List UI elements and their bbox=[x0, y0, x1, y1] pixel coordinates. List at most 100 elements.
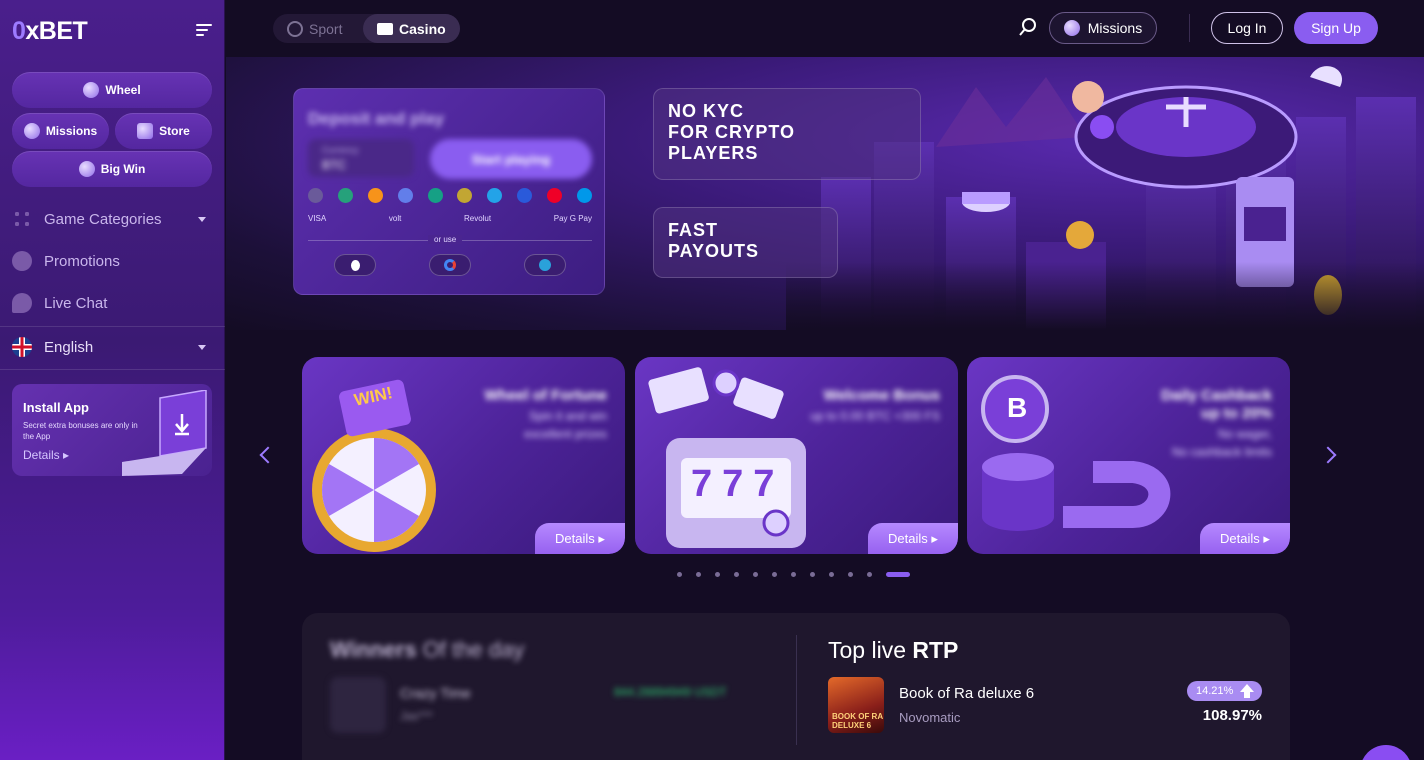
carousel-dot[interactable] bbox=[734, 572, 739, 577]
promo-card-welcome-bonus[interactable]: 777 Welcome Bonus up to 0.00 BTC +300 FS… bbox=[635, 357, 958, 554]
crypto-icons-row bbox=[308, 188, 592, 203]
promo-line: No wager, bbox=[1217, 427, 1272, 441]
winner-user: Jas*** bbox=[400, 709, 433, 723]
sidebar-item-label: Promotions bbox=[44, 252, 120, 270]
currency-value: BTC bbox=[322, 158, 346, 172]
deposit-card: Deposit and play Currency BTC Start play… bbox=[293, 88, 605, 295]
winners-title-bold: Winners bbox=[330, 637, 417, 662]
carousel-dot[interactable] bbox=[886, 572, 910, 577]
store-button[interactable]: Store bbox=[115, 113, 212, 149]
promo-line: up to 20% bbox=[1201, 405, 1272, 422]
euro-icon bbox=[308, 188, 323, 203]
install-app-card[interactable]: Install App Secret extra bonuses are onl… bbox=[12, 384, 212, 476]
google-login-button[interactable] bbox=[429, 254, 471, 276]
logo[interactable]: 0xBET bbox=[12, 17, 88, 46]
bitcoin-icon bbox=[367, 188, 383, 203]
login-button[interactable]: Log In bbox=[1211, 12, 1283, 44]
missions-header-button[interactable]: Missions bbox=[1049, 12, 1157, 44]
promo-line: up to 0.00 BTC +300 FS bbox=[810, 409, 940, 423]
top-live-rtp-title: Top live RTP bbox=[828, 637, 958, 664]
no-kyc-line: PLAYERS bbox=[668, 143, 759, 163]
install-app-details-link[interactable]: Details ▸ bbox=[23, 448, 69, 462]
book-of-ra-thumb[interactable]: BOOK OF RA DELUXE 6 bbox=[828, 677, 884, 733]
telegram-login-button[interactable] bbox=[524, 254, 566, 276]
details-label: Details bbox=[1220, 531, 1260, 546]
big-win-button[interactable]: Big Win bbox=[12, 151, 212, 187]
winner-amount: 844.28894949 USDT bbox=[614, 685, 727, 699]
apple-icon bbox=[350, 259, 360, 271]
wheel-button[interactable]: Wheel bbox=[12, 72, 212, 108]
carousel-dot[interactable] bbox=[810, 572, 815, 577]
support-chat-button[interactable] bbox=[1360, 745, 1412, 760]
sidebar-item-label: Game Categories bbox=[44, 210, 162, 228]
stats-panel: Winners Of the day Crazy Time Jas*** 844… bbox=[302, 613, 1290, 760]
payment-methods-row: VISA volt Revolut Pay G Pay bbox=[308, 214, 592, 223]
rtp-game-name[interactable]: Book of Ra deluxe 6 bbox=[899, 685, 1034, 702]
promo-title: Daily Cashback bbox=[1161, 387, 1272, 404]
details-label: Details bbox=[555, 531, 595, 546]
carousel-dot[interactable] bbox=[715, 572, 720, 577]
chevron-down-icon bbox=[198, 217, 206, 222]
carousel-dot[interactable] bbox=[867, 572, 872, 577]
promo-line: Spin it and win bbox=[528, 409, 607, 423]
cardano-icon bbox=[517, 188, 533, 203]
currency-select[interactable]: Currency BTC bbox=[308, 139, 414, 177]
promo-details-button[interactable]: Details ▸ bbox=[535, 523, 625, 554]
tab-sport[interactable]: Sport bbox=[273, 14, 356, 43]
currency-label: Currency bbox=[322, 145, 359, 155]
signup-button[interactable]: Sign Up bbox=[1294, 12, 1378, 44]
carousel-dot[interactable] bbox=[791, 572, 796, 577]
laptop-download-icon bbox=[122, 390, 207, 476]
carousel-dot[interactable] bbox=[677, 572, 682, 577]
telegram-icon bbox=[539, 259, 551, 271]
xrp-icon bbox=[487, 188, 503, 203]
promo-line: excellent prizes bbox=[524, 427, 607, 441]
menu-toggle-icon[interactable] bbox=[196, 24, 212, 36]
sidebar-item-live-chat[interactable]: Live Chat bbox=[12, 293, 107, 313]
sidebar-item-promotions[interactable]: Promotions bbox=[12, 251, 120, 271]
thumb-text: BOOK OF RA DELUXE 6 bbox=[832, 712, 883, 730]
slot-machine-art bbox=[648, 367, 806, 548]
rtp-title-plain: Top live bbox=[828, 637, 906, 663]
store-icon bbox=[137, 123, 154, 139]
pay-label: Pay G Pay bbox=[553, 214, 592, 223]
promo-card-wheel[interactable]: WIN! Wheel of Fortune Spin it and win ex… bbox=[302, 357, 625, 554]
carousel-dot[interactable] bbox=[848, 572, 853, 577]
chat-icon bbox=[12, 293, 32, 313]
or-use-label: or use bbox=[428, 235, 463, 244]
logo-mark: 0 bbox=[12, 17, 26, 45]
promo-details-button[interactable]: Details ▸ bbox=[1200, 523, 1290, 554]
rtp-change-value: 14.21% bbox=[1196, 685, 1234, 697]
signup-label: Sign Up bbox=[1311, 20, 1361, 36]
search-icon[interactable] bbox=[1018, 17, 1038, 37]
rtp-change-badge: 14.21% bbox=[1187, 681, 1262, 701]
language-select[interactable]: English bbox=[12, 337, 212, 357]
start-playing-button[interactable]: Start playing bbox=[430, 139, 592, 179]
sidebar: 0xBET Wheel Missions Store Big Win Game … bbox=[0, 0, 225, 760]
tab-casino[interactable]: Casino bbox=[363, 14, 460, 43]
carousel-dot[interactable] bbox=[829, 572, 834, 577]
carousel-prev-arrow-icon[interactable] bbox=[259, 446, 277, 464]
rtp-value: 108.97% bbox=[1202, 707, 1262, 724]
promo-details-button[interactable]: Details ▸ bbox=[868, 523, 958, 554]
install-app-title: Install App bbox=[23, 400, 89, 415]
language-label: English bbox=[44, 338, 94, 356]
carousel-dot[interactable] bbox=[753, 572, 758, 577]
carousel-dot[interactable] bbox=[772, 572, 777, 577]
promo-title: Wheel of Fortune bbox=[484, 387, 608, 404]
apple-login-button[interactable] bbox=[334, 254, 376, 276]
no-kyc-panel: NO KYC FOR CRYPTO PLAYERS bbox=[653, 88, 921, 180]
carousel-next-arrow-icon[interactable] bbox=[1319, 446, 1337, 464]
promo-card-daily-cashback[interactable]: B Daily Cashback up to 20% No wager, No … bbox=[967, 357, 1290, 554]
tether-icon bbox=[337, 188, 353, 203]
missions-icon bbox=[1063, 20, 1080, 36]
sidebar-item-game-categories[interactable]: Game Categories bbox=[12, 209, 212, 229]
deposit-title: Deposit and play bbox=[308, 109, 445, 128]
app-root: 0xBET Wheel Missions Store Big Win Game … bbox=[0, 0, 1424, 760]
sidebar-item-label: Live Chat bbox=[44, 294, 108, 312]
carousel-dot[interactable] bbox=[696, 572, 701, 577]
tab-label: Sport bbox=[309, 20, 343, 37]
missions-sidebar-button[interactable]: Missions bbox=[12, 113, 109, 149]
fast-payouts-panel: FAST PAYOUTS bbox=[653, 207, 838, 278]
volt-label: volt bbox=[388, 214, 402, 223]
